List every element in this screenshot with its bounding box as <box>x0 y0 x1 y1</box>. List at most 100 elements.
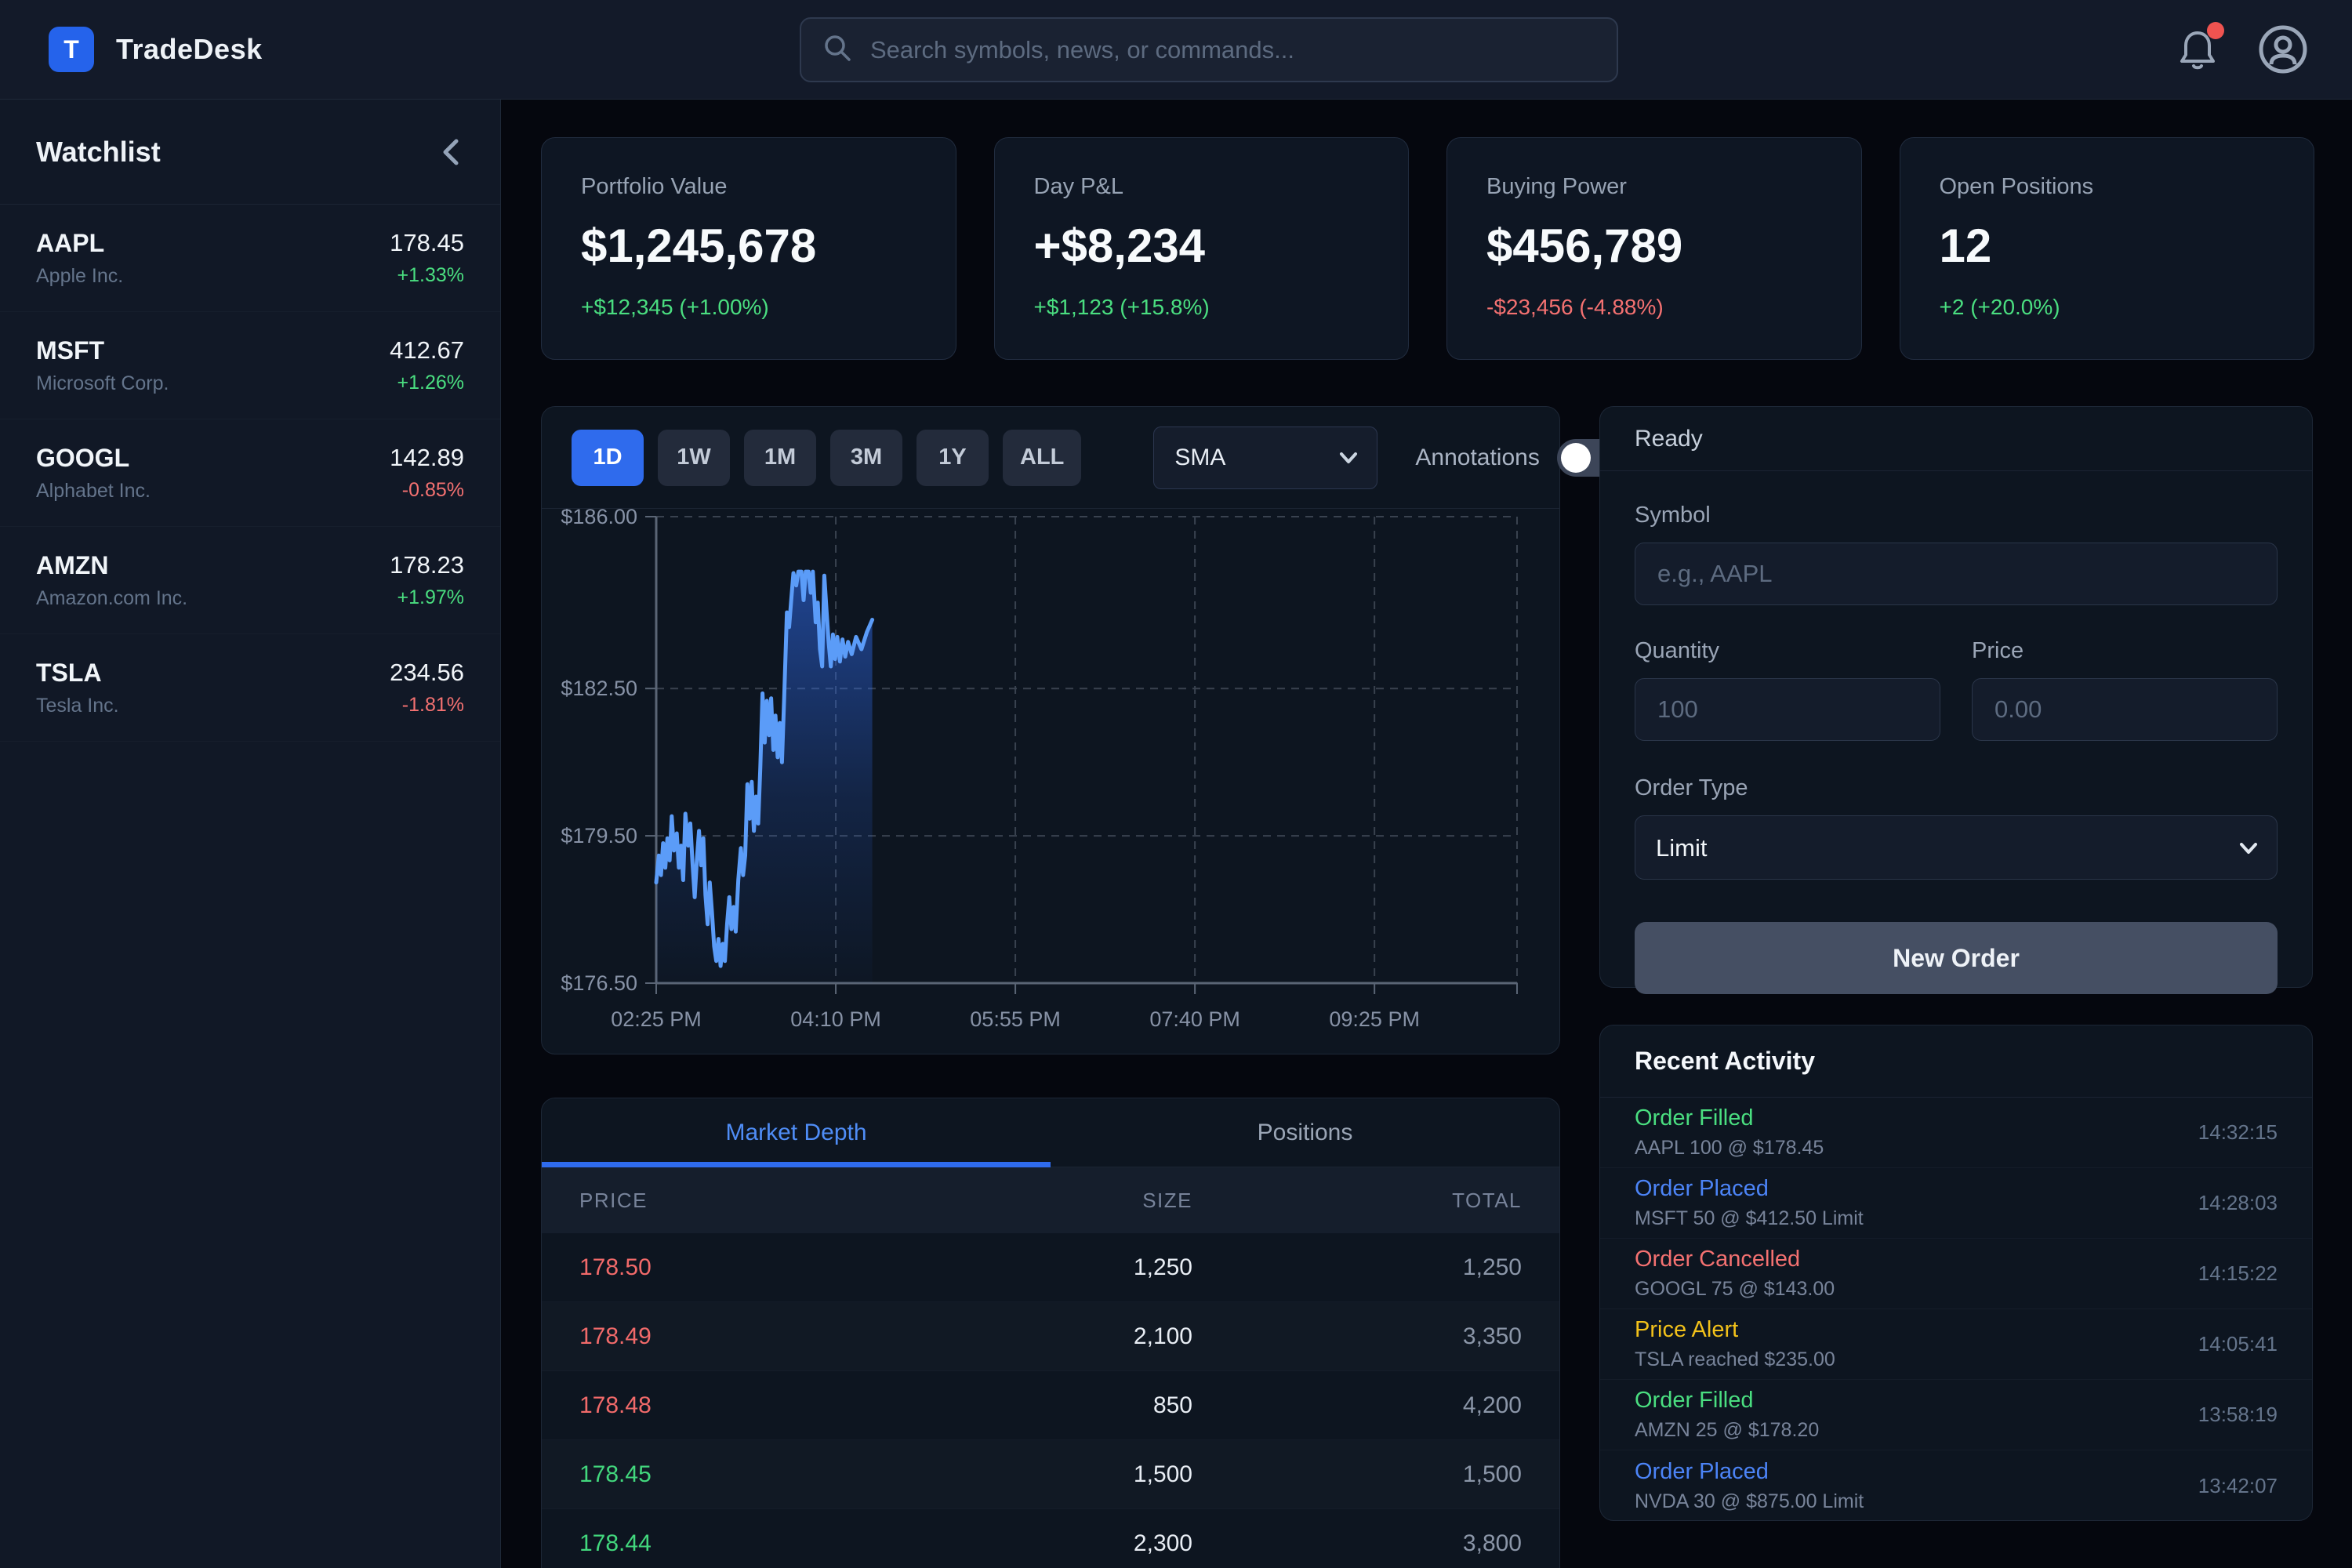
app-logo: T <box>49 27 94 72</box>
activity-status: Order Placed <box>1635 1459 1864 1485</box>
tab-market-depth[interactable]: Market Depth <box>542 1098 1051 1167</box>
watchlist-price: 178.23 <box>390 551 464 579</box>
depth-total: 1,250 <box>1192 1254 1522 1281</box>
watchlist-company: Apple Inc. <box>36 265 123 288</box>
watchlist-item-googl[interactable]: GOOGL Alphabet Inc. 142.89 -0.85% <box>0 419 500 527</box>
timeframe-button-3m[interactable]: 3M <box>830 430 902 486</box>
watchlist-change: -0.85% <box>390 479 464 502</box>
activity-item[interactable]: Order PlacedMSFT 50 @ $412.50 Limit14:28… <box>1600 1168 2312 1239</box>
order-type-select[interactable]: Limit <box>1635 815 2278 880</box>
symbol-field[interactable] <box>1635 543 2278 605</box>
global-search[interactable] <box>800 17 1618 82</box>
watchlist-item-msft[interactable]: MSFTMicrosoft Corp.412.67+1.26% <box>0 312 500 419</box>
timeframe-button-1m[interactable]: 1M <box>744 430 816 486</box>
stat-card-value: +$8,234 <box>1034 219 1370 273</box>
watchlist-company: Alphabet Inc. <box>36 480 151 503</box>
activity-item-left: Price AlertTSLA reached $235.00 <box>1635 1317 1835 1371</box>
svg-text:$176.50: $176.50 <box>561 971 637 995</box>
new-order-button[interactable]: New Order <box>1635 922 2278 994</box>
column-header-price: PRICE <box>579 1189 855 1213</box>
depth-size: 1,250 <box>855 1254 1192 1281</box>
activity-status: Order Cancelled <box>1635 1247 1835 1272</box>
stat-card-delta: +$1,123 (+15.8%) <box>1034 295 1370 320</box>
watchlist-change: +1.33% <box>390 264 464 287</box>
watchlist-item-amzn[interactable]: AMZNAmazon.com Inc. 178.23+1.97% <box>0 527 500 634</box>
depth-price: 178.48 <box>579 1392 855 1419</box>
stat-card-1: Day P&L+$8,234+$1,123 (+15.8%) <box>994 137 1410 360</box>
depth-table-rows: 178.501,2501,250178.492,1003,350178.4885… <box>542 1233 1559 1568</box>
svg-text:05:55 PM: 05:55 PM <box>970 1007 1061 1031</box>
tab-positions[interactable]: Positions <box>1051 1098 1559 1167</box>
chevron-left-icon <box>437 135 464 169</box>
svg-text:$182.50: $182.50 <box>561 677 637 700</box>
depth-total: 3,800 <box>1192 1530 1522 1557</box>
search-input[interactable] <box>870 36 1596 64</box>
watchlist-item-right: 178.45+1.33% <box>390 229 464 287</box>
depth-table-row[interactable]: 178.451,5001,500 <box>542 1440 1559 1509</box>
activity-item[interactable]: Order FilledAMZN 25 @ $178.2013:58:19 <box>1600 1380 2312 1450</box>
timeframe-buttons: 1D1W1M3M1YALL <box>572 430 1095 486</box>
watchlist-symbol: GOOGL <box>36 444 151 473</box>
stat-card-label: Open Positions <box>1940 174 2275 200</box>
notifications-button[interactable] <box>2172 25 2223 75</box>
watchlist-price: 234.56 <box>390 659 464 687</box>
timeframe-button-all[interactable]: ALL <box>1003 430 1081 486</box>
chart-controls: 1D1W1M3M1YALL SMA Annotations <box>542 407 1559 509</box>
user-avatar-button[interactable] <box>2257 24 2309 75</box>
depth-total: 1,500 <box>1192 1461 1522 1488</box>
depth-size: 850 <box>855 1392 1192 1419</box>
activity-item[interactable]: Order CancelledGOOGL 75 @ $143.0014:15:2… <box>1600 1239 2312 1309</box>
depth-table-row[interactable]: 178.501,2501,250 <box>542 1233 1559 1302</box>
annotations-label: Annotations <box>1415 445 1539 471</box>
timeframe-button-1w[interactable]: 1W <box>658 430 730 486</box>
watchlist-header: Watchlist <box>0 100 500 205</box>
stat-card-label: Buying Power <box>1486 174 1822 200</box>
column-header-size: SIZE <box>855 1189 1192 1213</box>
watchlist-price: 142.89 <box>390 444 464 472</box>
activity-detail: MSFT 50 @ $412.50 Limit <box>1635 1207 1864 1230</box>
depth-tabs: Market Depth Positions <box>542 1098 1559 1167</box>
depth-table-row[interactable]: 178.488504,200 <box>542 1371 1559 1440</box>
watchlist-item-left: AMZNAmazon.com Inc. <box>36 551 187 610</box>
activity-title: Recent Activity <box>1600 1025 2312 1098</box>
timeframe-button-1d[interactable]: 1D <box>572 430 644 486</box>
stat-cards-row: Portfolio Value$1,245,678+$12,345 (+1.00… <box>541 137 2314 360</box>
activity-time: 14:32:15 <box>2198 1120 2278 1145</box>
watchlist-item-right: 178.23+1.97% <box>390 551 464 609</box>
stat-card-label: Portfolio Value <box>581 174 916 200</box>
depth-price: 178.49 <box>579 1323 855 1350</box>
activity-item[interactable]: Order PlacedNVDA 30 @ $875.00 Limit13:42… <box>1600 1450 2312 1521</box>
timeframe-button-1y[interactable]: 1Y <box>916 430 989 486</box>
depth-size: 1,500 <box>855 1461 1192 1488</box>
activity-detail: TSLA reached $235.00 <box>1635 1348 1835 1371</box>
top-navbar: T TradeDesk <box>0 0 2352 100</box>
watchlist-symbol: AMZN <box>36 551 187 580</box>
price-chart[interactable]: $186.00$182.50$179.50$176.5002:25 PM04:1… <box>542 509 1559 1054</box>
activity-item[interactable]: Price AlertTSLA reached $235.0014:05:41 <box>1600 1309 2312 1380</box>
price-field[interactable] <box>1972 678 2278 741</box>
activity-status: Order Filled <box>1635 1105 1824 1131</box>
order-type-select-wrap: Limit <box>1635 815 2278 880</box>
watchlist-item-left: MSFTMicrosoft Corp. <box>36 336 169 395</box>
depth-table-row[interactable]: 178.492,1003,350 <box>542 1302 1559 1371</box>
svg-text:02:25 PM: 02:25 PM <box>611 1007 702 1031</box>
sidebar-collapse-button[interactable] <box>437 135 464 169</box>
indicator-select[interactable]: SMA <box>1153 426 1377 489</box>
symbol-label: Symbol <box>1635 503 2278 528</box>
activity-time: 13:58:19 <box>2198 1403 2278 1427</box>
depth-table-row[interactable]: 178.442,3003,800 <box>542 1509 1559 1568</box>
depth-size: 2,300 <box>855 1530 1192 1557</box>
watchlist-title: Watchlist <box>36 136 161 169</box>
app-logo-letter: T <box>64 35 79 64</box>
watchlist-item-aapl[interactable]: AAPLApple Inc. 178.45+1.33% <box>0 205 500 312</box>
svg-text:09:25 PM: 09:25 PM <box>1329 1007 1420 1031</box>
watchlist-item-left: AAPLApple Inc. <box>36 229 123 288</box>
quantity-field[interactable] <box>1635 678 1940 741</box>
search-icon <box>822 32 853 67</box>
watchlist-item-tsla[interactable]: TSLATesla Inc.234.56-1.81% <box>0 634 500 742</box>
depth-size: 2,100 <box>855 1323 1192 1350</box>
stat-card-2: Buying Power$456,789-$23,456 (-4.88%) <box>1446 137 1862 360</box>
watchlist-items: AAPLApple Inc. 178.45+1.33% MSFTMicrosoft … <box>0 205 500 742</box>
activity-item[interactable]: Order FilledAAPL 100 @ $178.4514:32:15 <box>1600 1098 2312 1168</box>
activity-item-left: Order CancelledGOOGL 75 @ $143.00 <box>1635 1247 1835 1301</box>
